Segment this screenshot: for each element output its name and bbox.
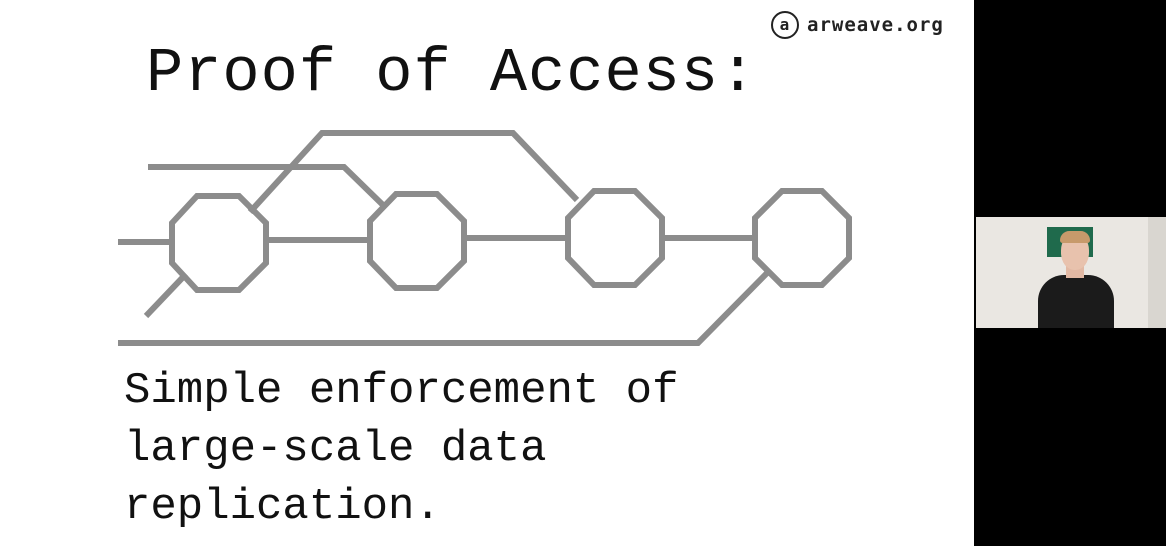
- diagram-block-4: [752, 188, 852, 288]
- diagram-block-3: [565, 188, 665, 288]
- presenter-webcam-feed: [976, 217, 1166, 328]
- diagram-line-top: [148, 164, 388, 210]
- diagram-block-2: [367, 191, 467, 291]
- presenter-shirt: [1038, 275, 1114, 328]
- caption-line-1: Simple enforcement of: [124, 366, 679, 416]
- webcam-door: [1148, 217, 1166, 328]
- slide-caption: Simple enforcement of large-scale data r…: [124, 362, 679, 536]
- diagram-line-diagonal-stub: [143, 271, 189, 319]
- caption-line-2: large-scale data: [124, 424, 547, 474]
- diagram-block-1: [169, 193, 269, 293]
- caption-line-3: replication.: [124, 482, 441, 532]
- presentation-slide: a arweave.org Proof of Access: Simple en…: [0, 0, 974, 546]
- presenter-hair: [1060, 231, 1090, 243]
- diagram-line-arch: [247, 130, 580, 215]
